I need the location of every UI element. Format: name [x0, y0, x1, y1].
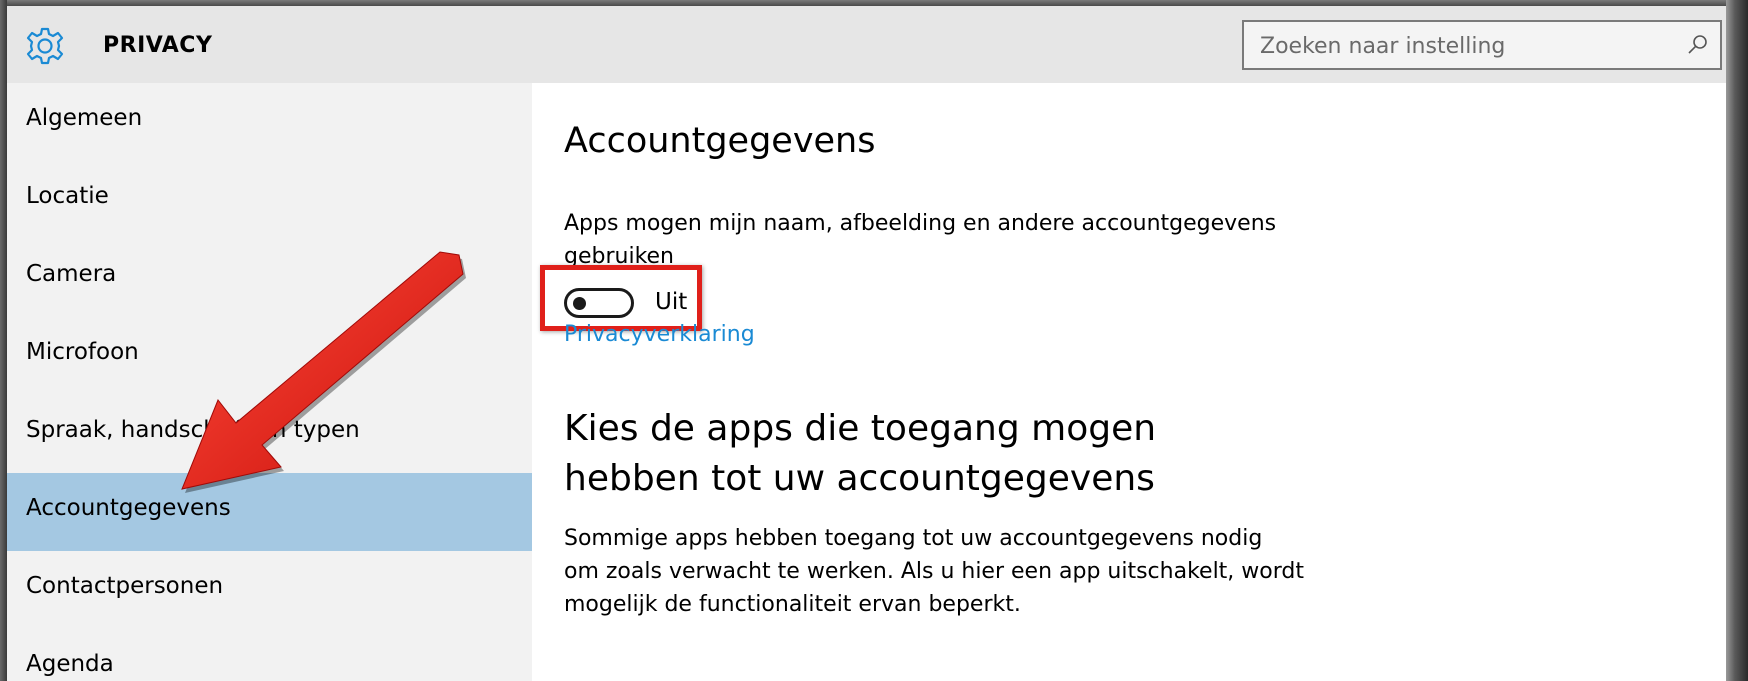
- sidebar-item-microfoon[interactable]: Microfoon: [7, 317, 532, 395]
- window-frame-right: [1726, 0, 1748, 681]
- toggle-knob: [573, 297, 586, 310]
- sidebar-item-label: Agenda: [26, 651, 114, 677]
- sidebar-nav: Algemeen Locatie Camera Microfoon Spraak…: [7, 83, 532, 681]
- sidebar-item-label: Accountgegevens: [26, 495, 231, 521]
- content-pane: Accountgegevens Apps mogen mijn naam, af…: [532, 83, 1726, 681]
- sidebar-item-label: Camera: [26, 261, 117, 287]
- section-title: Accountgegevens: [564, 121, 876, 161]
- account-info-toggle[interactable]: [564, 288, 634, 318]
- page-title: PRIVACY: [103, 33, 213, 58]
- sidebar-item-agenda[interactable]: Agenda: [7, 629, 532, 681]
- setting-description: Apps mogen mijn naam, afbeelding en ande…: [564, 211, 1277, 269]
- sidebar-item-label: Locatie: [26, 183, 109, 209]
- search-box[interactable]: [1242, 20, 1722, 70]
- apps-section-description: Sommige apps hebben toegang tot uw accou…: [564, 526, 1304, 617]
- privacy-statement-link[interactable]: Privacyverklaring: [564, 322, 755, 347]
- sidebar-item-algemeen[interactable]: Algemeen: [7, 83, 532, 161]
- header-bar: PRIVACY: [7, 6, 1726, 83]
- settings-window: PRIVACY Algemeen Locatie Camera Microfoo…: [7, 6, 1726, 681]
- window-frame-left: [0, 0, 7, 681]
- sidebar-item-label: Microfoon: [26, 339, 139, 365]
- sidebar-item-label: Algemeen: [26, 105, 143, 131]
- sidebar-item-accountgegevens[interactable]: Accountgegevens: [7, 473, 532, 551]
- search-icon[interactable]: [1686, 33, 1710, 57]
- sidebar-item-locatie[interactable]: Locatie: [7, 161, 532, 239]
- gear-icon: [26, 27, 64, 65]
- search-input[interactable]: [1258, 30, 1672, 62]
- toggle-row: Uit: [540, 265, 764, 331]
- sidebar-item-camera[interactable]: Camera: [7, 239, 532, 317]
- sidebar-item-contactpersonen[interactable]: Contactpersonen: [7, 551, 532, 629]
- sidebar-item-spraak[interactable]: Spraak, handschrift en typen: [7, 395, 532, 473]
- sidebar-item-label: Spraak, handschrift en typen: [26, 417, 360, 443]
- apps-section-title: Kies de apps die toegang mogen hebben to…: [564, 408, 1157, 499]
- toggle-state-label: Uit: [655, 289, 688, 315]
- sidebar-item-label: Contactpersonen: [26, 573, 224, 599]
